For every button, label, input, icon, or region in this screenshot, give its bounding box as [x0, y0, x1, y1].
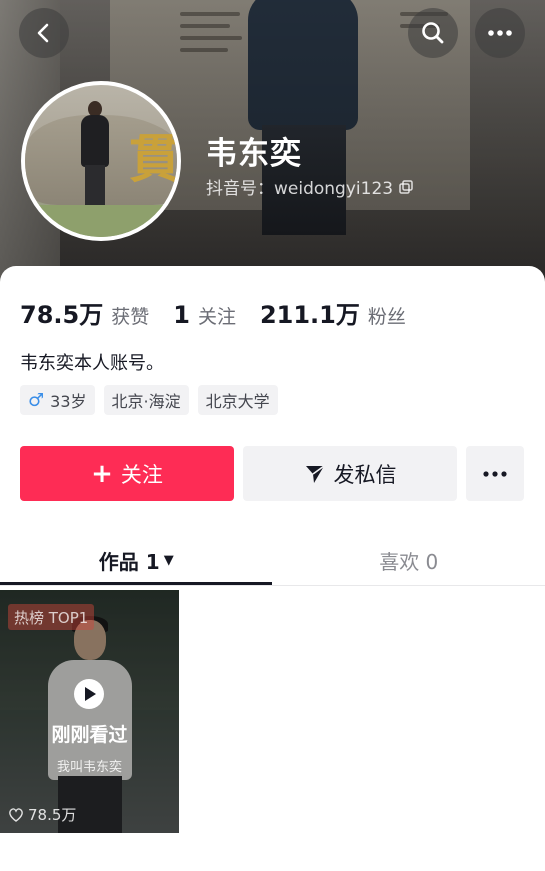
message-button[interactable]: 发私信	[243, 446, 457, 501]
more-options-button[interactable]	[475, 8, 525, 58]
tag-location[interactable]: 北京·海淀	[103, 385, 189, 415]
male-icon: ♂	[28, 389, 45, 411]
copy-icon[interactable]	[399, 179, 413, 194]
stat-following[interactable]: 1 关注	[173, 301, 236, 329]
video-likes: 78.5万	[8, 804, 76, 825]
profile-bio: 韦东奕本人账号。	[20, 353, 164, 374]
play-icon	[74, 679, 104, 709]
more-actions-button[interactable]	[466, 446, 524, 501]
profile-tabs: 作品 1 ▼ 喜欢 0	[0, 534, 545, 586]
heart-icon	[9, 807, 23, 822]
stone-inscription: 貫	[129, 129, 181, 190]
douyin-id[interactable]: 抖音号：weidongyi123	[206, 174, 413, 199]
search-button[interactable]	[408, 8, 458, 58]
profile-card: 78.5万 获赞 1 关注 211.1万 粉丝 韦东奕本人账号。 ♂ 33岁 北…	[0, 266, 545, 871]
video-thumbnail[interactable]: 热榜 TOP1 刚刚看过 我叫韦东奕 78.5万	[0, 590, 179, 833]
tag-school[interactable]: 北京大学	[197, 385, 278, 415]
back-icon	[37, 23, 49, 43]
tag-age: ♂ 33岁	[20, 385, 95, 415]
hot-rank-badge: 热榜 TOP1	[8, 604, 95, 630]
stat-followers[interactable]: 211.1万 粉丝	[260, 295, 406, 330]
avatar[interactable]: 貫	[21, 81, 181, 241]
profile-stats: 78.5万 获赞 1 关注 211.1万 粉丝	[20, 295, 430, 330]
more-icon	[488, 30, 512, 36]
douyin-id-text: 抖音号：weidongyi123	[206, 179, 394, 199]
caret-down-icon: ▼	[163, 552, 174, 568]
stat-likes[interactable]: 78.5万 获赞	[20, 295, 149, 330]
search-icon	[422, 22, 444, 44]
plus-icon: +	[91, 458, 113, 489]
more-icon	[483, 470, 507, 477]
tab-likes[interactable]: 喜欢 0	[273, 534, 545, 586]
profile-actions: + 关注 发私信	[20, 446, 524, 501]
tab-works[interactable]: 作品 1 ▼	[0, 534, 273, 586]
video-caption: 我叫韦东奕	[56, 760, 122, 775]
recently-viewed-label: 刚刚看过	[51, 724, 128, 746]
tab-divider	[0, 585, 545, 586]
back-button[interactable]	[19, 8, 69, 58]
profile-name: 韦东奕	[206, 136, 302, 172]
profile-tags: ♂ 33岁 北京·海淀 北京大学	[20, 385, 278, 415]
send-icon	[305, 464, 324, 483]
follow-button[interactable]: + 关注	[20, 446, 234, 501]
